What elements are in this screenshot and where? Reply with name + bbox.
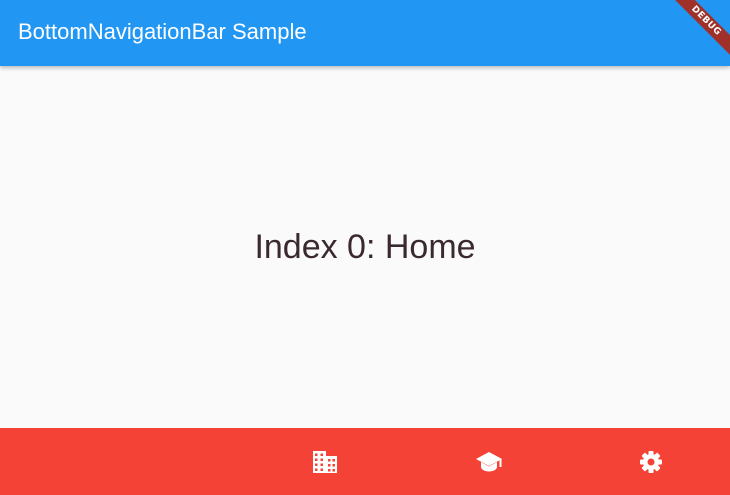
main-content: Index 0: Home — [0, 66, 730, 428]
app-bar-title: BottomNavigationBar Sample — [18, 19, 307, 44]
nav-item-settings[interactable] — [569, 428, 730, 495]
nav-item-business[interactable] — [243, 428, 406, 495]
debug-banner: DEBUG — [670, 0, 730, 60]
debug-banner-label: DEBUG — [670, 0, 730, 60]
selected-index-text: Index 0: Home — [254, 227, 476, 266]
business-icon — [312, 450, 338, 474]
app-window: BottomNavigationBar Sample DEBUG Index 0… — [0, 0, 730, 495]
school-icon — [475, 451, 503, 473]
nav-item-home[interactable] — [83, 428, 246, 495]
bottom-navigation-bar — [0, 428, 730, 495]
settings-icon — [639, 450, 663, 474]
app-bar: BottomNavigationBar Sample — [0, 0, 730, 66]
nav-item-school[interactable] — [407, 428, 570, 495]
